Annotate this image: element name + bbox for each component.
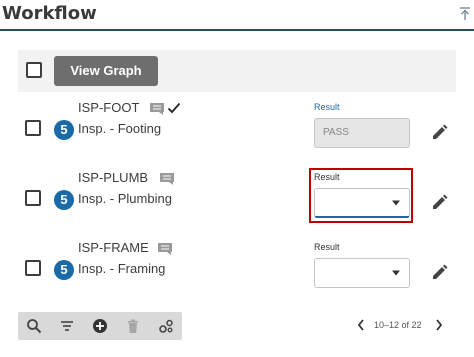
task-description: Insp. - Plumbing — [78, 191, 172, 206]
comment-icon[interactable] — [159, 172, 175, 186]
task-code: ISP-FRAME — [78, 240, 149, 255]
edit-pencil-icon[interactable] — [430, 192, 450, 212]
settings-icon[interactable] — [158, 318, 174, 334]
comment-icon[interactable] — [149, 102, 165, 116]
task-description: Insp. - Framing — [78, 261, 166, 276]
delete-icon — [128, 319, 138, 333]
add-circle-icon[interactable] — [92, 318, 108, 334]
result-label: Result — [314, 102, 340, 112]
page-range-text: 10–12 of 22 — [374, 320, 422, 330]
completed-check-icon — [167, 102, 181, 114]
task-description: Insp. - Footing — [78, 121, 162, 136]
chevron-left-icon[interactable] — [356, 318, 366, 332]
workflow-row-isp-frame: ISP-FRAME 5 Insp. - Framing Result — [18, 240, 456, 308]
count-badge: 5 — [54, 120, 74, 140]
workflow-row-isp-foot: ISP-FOOT 5 Insp. - Footing Result PASS — [18, 100, 456, 168]
dropdown-arrow-icon — [392, 270, 400, 276]
comment-icon[interactable] — [157, 242, 173, 256]
row-checkbox[interactable] — [25, 260, 41, 276]
page-title: Workflow — [2, 3, 97, 24]
row-checkbox[interactable] — [25, 190, 41, 206]
workflow-header: Workflow — [0, 0, 474, 31]
task-code: ISP-FOOT — [78, 100, 140, 115]
grid-action-toolbar — [18, 312, 182, 340]
row-checkbox[interactable] — [25, 120, 41, 136]
count-badge: 5 — [54, 260, 74, 280]
result-value: PASS — [323, 127, 349, 138]
result-label: Result — [314, 242, 340, 252]
filter-icon[interactable] — [59, 318, 75, 334]
view-graph-button[interactable]: View Graph — [54, 56, 158, 86]
search-icon[interactable] — [26, 318, 42, 334]
result-readonly-field: PASS — [314, 118, 410, 148]
focus-highlight — [309, 168, 413, 223]
select-all-checkbox[interactable] — [26, 62, 42, 78]
result-select[interactable] — [314, 258, 410, 288]
edit-pencil-icon[interactable] — [430, 122, 450, 142]
chevron-right-icon[interactable] — [434, 318, 444, 332]
count-badge: 5 — [54, 190, 74, 210]
collapse-up-icon[interactable] — [458, 6, 472, 22]
task-code: ISP-PLUMB — [78, 170, 149, 185]
workflow-toolbar: View Graph — [18, 50, 456, 92]
edit-pencil-icon[interactable] — [430, 262, 450, 282]
